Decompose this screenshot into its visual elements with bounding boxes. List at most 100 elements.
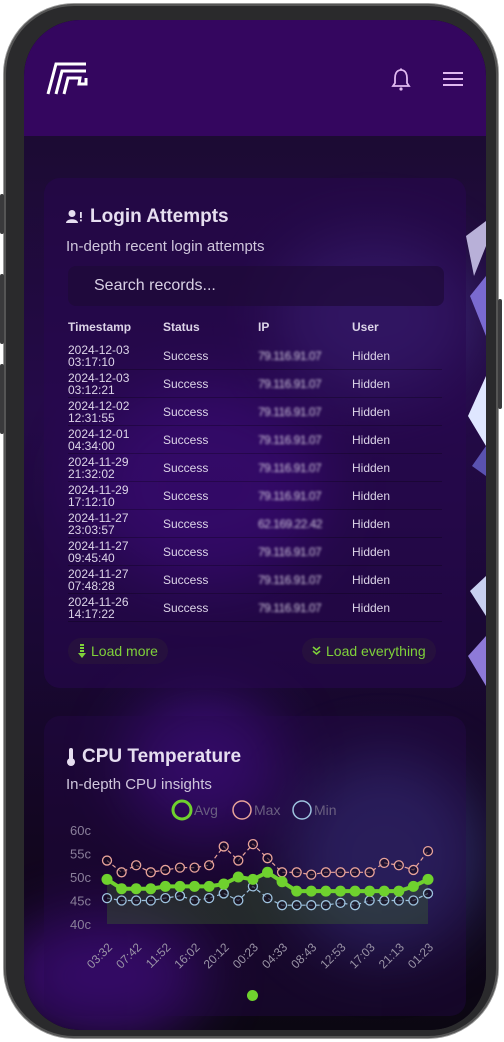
avg-point xyxy=(393,885,405,897)
avg-point xyxy=(159,880,171,892)
min-point xyxy=(203,893,215,904)
min-point xyxy=(233,895,244,906)
x-tick-label: 04:33 xyxy=(259,940,290,971)
avg-point xyxy=(334,885,346,897)
y-tick-label: 50c xyxy=(70,870,91,885)
max-point xyxy=(160,864,171,876)
x-tick-label: 16:02 xyxy=(172,940,203,971)
avg-point xyxy=(305,885,317,897)
min-point xyxy=(291,900,302,911)
min-point xyxy=(116,895,127,906)
screen: Login Attempts In-depth recent login att… xyxy=(24,20,486,1030)
max-point xyxy=(306,869,317,880)
max-point xyxy=(320,867,332,878)
phone-volume-down xyxy=(0,364,4,434)
cpu-temperature-chart: 40c 45c 50c 55c 60c 03:3207:4211:5216:0220:12… xyxy=(70,799,436,971)
max-point xyxy=(291,867,302,878)
min-point xyxy=(408,895,419,906)
min-point xyxy=(422,888,434,899)
max-point xyxy=(262,853,273,864)
avg-point xyxy=(262,866,273,878)
legend-label-avg: Avg xyxy=(194,802,218,818)
legend-marker-avg xyxy=(171,799,193,821)
min-point xyxy=(364,895,375,906)
max-point xyxy=(174,862,186,873)
min-point xyxy=(379,895,390,906)
legend-label-max: Max xyxy=(254,802,280,818)
avg-point xyxy=(364,885,376,897)
min-point xyxy=(174,890,186,901)
min-point xyxy=(320,900,332,911)
avg-point xyxy=(232,871,244,883)
min-point xyxy=(160,893,171,904)
x-tick-label: 11:52 xyxy=(143,940,174,971)
min-point xyxy=(335,897,346,908)
avg-point xyxy=(145,883,157,895)
x-tick-label: 07:42 xyxy=(113,940,144,971)
max-point xyxy=(247,838,259,850)
y-tick-label: 45c xyxy=(70,894,91,909)
page-content: Login Attempts In-depth recent login att… xyxy=(24,136,486,1030)
max-point xyxy=(335,867,346,878)
avg-point xyxy=(291,885,303,897)
avg-point xyxy=(247,873,259,885)
max-point xyxy=(364,867,375,878)
x-tick-label: 21:13 xyxy=(376,940,407,971)
avg-point xyxy=(276,876,288,888)
min-point xyxy=(262,893,273,904)
hamburger-menu-icon[interactable] xyxy=(442,70,464,88)
legend-label-min: Min xyxy=(314,802,337,818)
avg-point xyxy=(130,883,142,895)
min-point xyxy=(218,888,229,899)
avg-point xyxy=(407,880,419,892)
avg-point xyxy=(203,880,215,892)
max-point xyxy=(116,867,127,878)
min-point xyxy=(189,895,200,906)
max-point xyxy=(203,860,215,871)
x-tick-label: 00:23 xyxy=(230,940,261,971)
min-point xyxy=(393,895,404,906)
max-point xyxy=(349,867,361,878)
max-point xyxy=(131,860,142,871)
logo-icon[interactable] xyxy=(46,60,90,96)
y-tick-label: 40c xyxy=(70,917,91,932)
x-tick-label: 03:32 xyxy=(84,940,115,971)
max-point xyxy=(393,860,404,871)
x-tick-label: 12:53 xyxy=(317,940,348,971)
phone-volume-up xyxy=(0,274,4,344)
x-tick-label: 01:23 xyxy=(405,940,436,971)
avg-point xyxy=(116,883,128,895)
max-point xyxy=(189,862,200,873)
max-point xyxy=(422,846,434,857)
x-tick-label: 08:43 xyxy=(288,940,319,971)
y-tick-label: 55c xyxy=(70,847,91,862)
min-point xyxy=(101,893,113,904)
max-point xyxy=(276,867,288,878)
max-point xyxy=(218,841,229,852)
legend-marker-min xyxy=(292,800,312,820)
avg-point xyxy=(174,880,186,892)
phone-frame: Login Attempts In-depth recent login att… xyxy=(0,4,502,1038)
avg-point xyxy=(349,885,361,897)
avg-point xyxy=(320,885,332,897)
max-point xyxy=(408,864,419,876)
top-navigation-bar xyxy=(24,20,486,136)
min-point xyxy=(276,900,288,911)
max-point xyxy=(233,855,244,866)
min-point xyxy=(131,895,142,906)
legend-marker-max xyxy=(232,800,252,820)
min-point xyxy=(349,900,361,911)
y-tick-label: 60c xyxy=(70,823,91,838)
bell-icon[interactable] xyxy=(390,68,412,92)
max-point xyxy=(101,855,113,866)
avg-point xyxy=(378,885,390,897)
min-point xyxy=(306,900,317,911)
avg-point xyxy=(101,873,113,885)
phone-power-button xyxy=(498,299,502,409)
x-tick-label: 20:12 xyxy=(201,940,232,971)
max-point xyxy=(145,867,156,878)
x-tick-label: 17:03 xyxy=(347,940,378,971)
phone-action-button xyxy=(0,194,4,234)
min-point xyxy=(145,895,156,906)
pagination-dot-active[interactable] xyxy=(247,990,258,1001)
